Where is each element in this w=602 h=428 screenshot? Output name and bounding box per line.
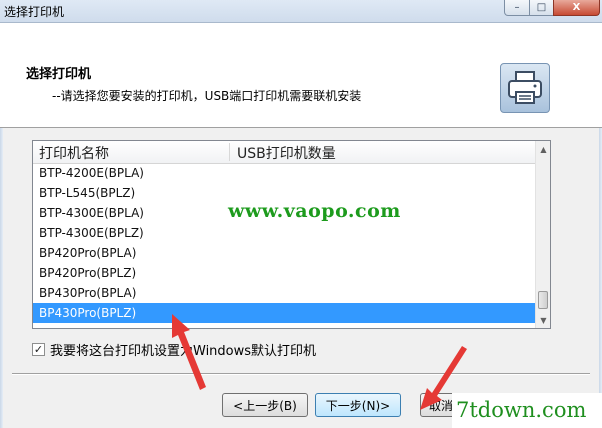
default-printer-option[interactable]: ✓ 我要将这台打印机设置为Windows默认打印机 xyxy=(32,340,316,359)
close-button[interactable]: X xyxy=(553,0,600,16)
scroll-thumb[interactable] xyxy=(538,291,548,309)
page-title: 选择打印机 xyxy=(26,67,92,82)
list-header: 打印机名称 USB打印机数量 xyxy=(33,141,535,164)
maximize-button[interactable]: □ xyxy=(529,0,554,16)
minimize-button[interactable]: – xyxy=(504,0,530,16)
printer-row[interactable]: BP420Pro(BPLZ) xyxy=(33,263,535,283)
footer-divider xyxy=(12,373,590,375)
window-title: 选择打印机 xyxy=(4,5,65,19)
printer-row[interactable]: BTP-4300E(BPLZ) xyxy=(33,223,535,243)
default-printer-label[interactable]: 我要将这台打印机设置为Windows默认打印机 xyxy=(50,340,316,359)
printer-row[interactable]: BP430Pro(BPLA) xyxy=(33,283,535,303)
printer-icon xyxy=(500,63,550,113)
title-bar: 选择打印机 – □ X xyxy=(0,0,602,23)
next-button[interactable]: 下一步(N)> xyxy=(315,393,401,417)
column-header-printer-name[interactable]: 打印机名称 xyxy=(39,143,109,163)
watermark-center: www.vaopo.com xyxy=(228,200,401,222)
minimize-icon: – xyxy=(514,2,520,13)
watermark-corner: 7tdown.com xyxy=(452,393,602,428)
back-button[interactable]: <上一步(B) xyxy=(222,393,308,417)
page-subtitle: --请选择您要安装的打印机，USB端口打印机需要联机安装 xyxy=(52,89,362,103)
column-separator[interactable] xyxy=(229,143,230,161)
default-printer-checkbox[interactable]: ✓ xyxy=(32,342,45,356)
column-header-usb-count[interactable]: USB打印机数量 xyxy=(237,143,336,163)
list-scrollbar[interactable]: ▲ ▼ xyxy=(535,141,550,328)
checkmark-icon: ✓ xyxy=(33,342,44,356)
printer-row-selected[interactable]: BP430Pro(BPLZ) xyxy=(33,303,535,323)
scroll-down-icon[interactable]: ▼ xyxy=(536,312,550,328)
close-icon: X xyxy=(572,2,581,13)
wizard-header: 选择打印机 --请选择您要安装的打印机，USB端口打印机需要联机安装 xyxy=(0,23,602,128)
printer-list[interactable]: 打印机名称 USB打印机数量 BTP-4200E(BPLA) BTP-L545(B… xyxy=(32,140,551,329)
scroll-up-icon[interactable]: ▲ xyxy=(536,141,550,157)
printer-row[interactable]: BP420Pro(BPLA) xyxy=(33,243,535,263)
maximize-icon: □ xyxy=(536,2,547,13)
printer-row[interactable]: BTP-4200E(BPLA) xyxy=(33,163,535,183)
printer-rows: BTP-4200E(BPLA) BTP-L545(BPLZ) BTP-4300E(B… xyxy=(33,163,535,323)
